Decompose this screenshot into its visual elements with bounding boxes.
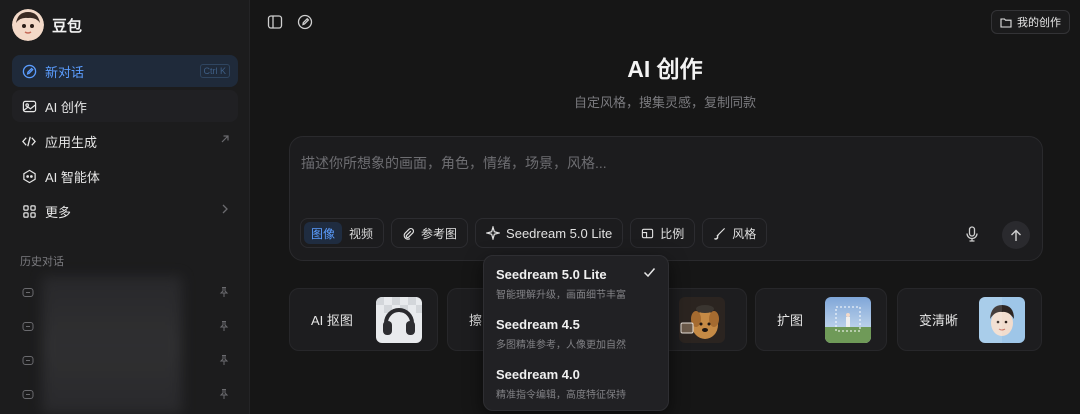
sidebar-nav: 新对话 Ctrl K AI 创作 应用生成 AI 智能体 更多 xyxy=(12,55,238,230)
list-item[interactable] xyxy=(12,276,238,310)
model-select-label: Seedream 5.0 Lite xyxy=(506,225,613,241)
ratio-label: 比例 xyxy=(660,226,685,241)
page-subtitle: 自定风格，搜集灵感，复制同款 xyxy=(573,95,756,110)
model-option-name: Seedream 5.0 Lite xyxy=(496,267,607,282)
landscape-thumbnail xyxy=(825,297,871,343)
image-icon xyxy=(20,97,38,115)
list-item[interactable] xyxy=(12,344,238,378)
sidebar-item-ai-agent[interactable]: AI 智能体 xyxy=(12,160,238,192)
chat-bubble-icon xyxy=(22,288,34,297)
feature-card-cutout[interactable]: AI 抠图 xyxy=(289,288,438,351)
aspect-ratio-icon xyxy=(642,228,654,238)
mode-video-tab[interactable]: 视频 xyxy=(342,222,380,244)
agent-icon xyxy=(20,167,38,185)
external-link-icon xyxy=(220,133,230,147)
mode-switch: 图像 视频 xyxy=(300,218,385,248)
ratio-button[interactable]: 比例 xyxy=(630,218,696,248)
page-title: AI 创作 xyxy=(627,56,703,82)
model-option-name: Seedream 4.5 xyxy=(496,317,580,332)
chevron-right-icon xyxy=(220,203,230,218)
history-title: 历史对话 xyxy=(20,256,64,268)
brand-name: 豆包 xyxy=(52,17,83,35)
list-item[interactable] xyxy=(12,378,238,412)
sidebar-item-new-chat[interactable]: 新对话 Ctrl K xyxy=(12,55,238,87)
new-chat-icon[interactable] xyxy=(296,13,314,31)
list-item[interactable] xyxy=(12,310,238,344)
pin-icon[interactable] xyxy=(218,286,230,298)
sidebar-item-label: AI 智能体 xyxy=(45,169,100,185)
mode-image-tab[interactable]: 图像 xyxy=(304,222,343,244)
sidebar-item-ai-creation[interactable]: AI 创作 xyxy=(12,90,238,122)
feature-card-enhance[interactable]: 变清晰 xyxy=(897,288,1042,351)
model-option-4-0[interactable]: Seedream 4.0 精准指令编辑，高度特征保持 xyxy=(496,367,661,401)
history-list xyxy=(12,276,238,412)
headphones-thumbnail xyxy=(376,297,422,343)
brand[interactable]: 豆包 xyxy=(12,9,82,41)
my-creations-button[interactable]: 我的创作 xyxy=(991,10,1070,34)
sidebar: 豆包 新对话 Ctrl K AI 创作 应用生成 AI 智能体 更多 历史对话 xyxy=(0,0,250,414)
model-dropdown: Seedream 5.0 Lite 智能理解升级，画面细节丰富 Seedream… xyxy=(483,255,669,411)
feature-card-label: 擦 xyxy=(469,313,483,328)
model-option-5-0-lite[interactable]: Seedream 5.0 Lite 智能理解升级，画面细节丰富 xyxy=(496,267,661,301)
model-option-desc: 智能理解升级，画面细节丰富 xyxy=(496,290,626,301)
model-option-desc: 多图精准参考，人像更加自然 xyxy=(496,340,626,351)
reference-image-button[interactable]: 参考图 xyxy=(391,218,469,248)
sidebar-item-label: AI 创作 xyxy=(45,99,87,115)
pin-icon[interactable] xyxy=(218,388,230,400)
feature-card-label: 扩图 xyxy=(777,313,804,328)
sidebar-item-app-generate[interactable]: 应用生成 xyxy=(12,125,238,157)
brush-icon xyxy=(714,227,726,240)
model-option-desc: 精准指令编辑，高度特征保持 xyxy=(496,390,626,401)
chat-bubble-icon xyxy=(22,390,34,399)
model-option-4-5[interactable]: Seedream 4.5 多图精准参考，人像更加自然 xyxy=(496,317,661,351)
prompt-input[interactable]: 描述你所想象的画面，角色，情绪，场景，风格... xyxy=(301,153,607,173)
shortcut-badge: Ctrl K xyxy=(199,64,230,78)
sparkle-icon xyxy=(486,226,501,240)
style-button[interactable]: 风格 xyxy=(702,218,768,248)
edit-icon xyxy=(20,62,38,80)
model-option-name: Seedream 4.0 xyxy=(496,367,580,382)
sidebar-item-label: 更多 xyxy=(45,204,72,220)
sidebar-item-more[interactable]: 更多 xyxy=(12,195,238,227)
model-select[interactable]: Seedream 5.0 Lite xyxy=(475,218,624,248)
feature-card-edit[interactable] xyxy=(669,288,747,351)
sidebar-item-label: 应用生成 xyxy=(45,134,98,150)
sidebar-toggle-icon[interactable] xyxy=(266,13,284,31)
sidebar-item-label: 新对话 xyxy=(45,64,85,80)
portrait-thumbnail xyxy=(979,297,1025,343)
reference-image-label: 参考图 xyxy=(421,226,458,241)
dog-thumbnail xyxy=(679,297,725,343)
feature-card-expand[interactable]: 扩图 xyxy=(755,288,887,351)
feature-card-erase[interactable]: 擦 xyxy=(447,288,483,351)
check-icon xyxy=(643,268,656,278)
folder-icon xyxy=(1000,17,1012,28)
my-creations-label: 我的创作 xyxy=(1017,17,1061,29)
arrow-up-icon xyxy=(1011,229,1021,241)
send-button[interactable] xyxy=(1002,221,1030,249)
avatar xyxy=(12,9,44,41)
pin-icon[interactable] xyxy=(218,354,230,366)
prompt-composer: 描述你所想象的画面，角色，情绪，场景，风格... 图像 视频 参考图 Seedr… xyxy=(289,136,1043,261)
grid-icon xyxy=(20,202,38,220)
feature-card-label: 变清晰 xyxy=(919,313,959,328)
chat-bubble-icon xyxy=(22,322,34,331)
pin-icon[interactable] xyxy=(218,320,230,332)
chat-bubble-icon xyxy=(22,356,34,365)
composer-toolbar: 图像 视频 参考图 Seedream 5.0 Lite 比例 风格 xyxy=(300,218,768,248)
microphone-icon[interactable] xyxy=(965,226,979,247)
paperclip-icon xyxy=(403,227,415,240)
feature-card-label: AI 抠图 xyxy=(311,313,353,328)
code-icon xyxy=(20,132,38,150)
style-label: 风格 xyxy=(732,226,757,241)
